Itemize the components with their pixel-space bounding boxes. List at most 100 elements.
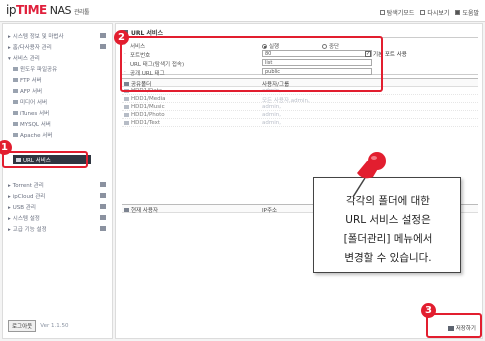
sidebar-sub-label: MYSQL 서버 bbox=[20, 122, 51, 128]
col-ip: IP주소 bbox=[262, 208, 278, 214]
callout-line: 변경할 수 있습니다. bbox=[344, 252, 432, 264]
sidebar-sub-mysql[interactable]: MYSQL 서버 bbox=[13, 120, 51, 128]
sidebar-item-label: 고급 기능 설정 bbox=[12, 227, 47, 233]
folder-cell: HDD1/Photo bbox=[124, 112, 165, 118]
sidebar-item-label: USB 관리 bbox=[12, 205, 36, 211]
sidebar-sub-label: iTunes 서버 bbox=[20, 111, 50, 117]
sidebar-item-torrent[interactable]: ▸ Torrent 관리 bbox=[8, 181, 44, 189]
callout-line: [폴더관리] 메뉴에서 bbox=[343, 233, 433, 245]
sidebar-item-label: ipCloud 관리 bbox=[12, 194, 46, 200]
explorer-mode-link[interactable]: 탐색기모드 bbox=[379, 8, 415, 17]
logo-nas: NAS bbox=[49, 4, 72, 17]
logo-ip: ip bbox=[6, 3, 16, 17]
highlight-form bbox=[120, 36, 383, 92]
sidebar-sub-label: 미디어 서버 bbox=[20, 100, 48, 106]
highlight-save bbox=[426, 313, 482, 338]
sidebar-sub-ftp[interactable]: FTP 서버 bbox=[13, 76, 42, 84]
col-current-user-label: 현재 사용자 bbox=[131, 208, 159, 214]
sidebar-sub-label: Apache 서버 bbox=[20, 133, 53, 139]
top-header: ipTIME NAS 관리툴 탐색기모드 다시보기 도움말 bbox=[0, 0, 485, 22]
step-badge-2: 2 bbox=[114, 30, 129, 45]
sidebar-item-services[interactable]: ▾ 서비스 관리 bbox=[8, 54, 40, 62]
refresh-label: 다시보기 bbox=[427, 10, 450, 17]
sidebar-sub-label: 윈도우 파일공유 bbox=[20, 67, 58, 73]
folder-share-icon bbox=[13, 67, 18, 71]
table-row[interactable]: HDD1/Music admin, bbox=[122, 103, 478, 111]
sidebar-item-label: 시스템 설정 bbox=[12, 216, 40, 222]
user-icon bbox=[124, 208, 129, 212]
advanced-icon[interactable] bbox=[100, 226, 106, 231]
top-links: 탐색기모드 다시보기 도움말 bbox=[379, 8, 479, 17]
refresh-link[interactable]: 다시보기 bbox=[420, 8, 449, 17]
settings-icon[interactable] bbox=[100, 215, 106, 220]
sidebar-sub-label: FTP 서버 bbox=[20, 78, 42, 84]
sidebar-item-advanced[interactable]: ▸ 고급 기능 설정 bbox=[8, 225, 47, 233]
chevron-right-icon: ▸ bbox=[8, 205, 11, 211]
sidebar-item-usb[interactable]: ▸ USB 관리 bbox=[8, 203, 36, 211]
media-icon bbox=[13, 100, 18, 104]
folder-name: HDD1/Photo bbox=[131, 112, 165, 118]
sidebar-sub-itunes[interactable]: iTunes 서버 bbox=[13, 109, 49, 117]
afp-icon bbox=[13, 89, 18, 93]
chevron-down-icon: ▾ bbox=[8, 56, 11, 62]
highlight-url-service bbox=[2, 151, 88, 168]
sidebar-item-label: 서비스 관리 bbox=[12, 56, 40, 62]
web-server-icon bbox=[13, 133, 18, 137]
step-badge-3: 3 bbox=[421, 303, 436, 318]
folder-name: HDD1/Media bbox=[131, 96, 166, 102]
folder-cell: HDD1/Media bbox=[124, 96, 165, 102]
sidebar-item-label: 홈/다사용자 관리 bbox=[12, 45, 52, 51]
table-row[interactable]: HDD1/Text admin, bbox=[122, 119, 478, 127]
logo-time: TIME bbox=[15, 3, 47, 17]
sidebar-sub-smb[interactable]: 윈도우 파일공유 bbox=[13, 65, 57, 73]
user-icon[interactable] bbox=[100, 44, 106, 49]
checkbox-icon bbox=[379, 10, 385, 15]
version-label: Ver 1.1.50 bbox=[40, 323, 69, 329]
table-row[interactable]: HDD1/Photo admin, bbox=[122, 111, 478, 119]
help-icon bbox=[455, 10, 461, 15]
callout-line: URL 서비스 설정은 bbox=[345, 214, 431, 226]
chevron-right-icon: ▸ bbox=[8, 45, 11, 51]
explorer-mode-label: 탐색기모드 bbox=[386, 10, 415, 17]
usb-icon[interactable] bbox=[100, 204, 106, 209]
folder-icon bbox=[124, 113, 129, 117]
user-cell: admin, bbox=[262, 104, 281, 110]
folder-icon bbox=[124, 105, 129, 109]
sidebar-item-label: Torrent 관리 bbox=[12, 183, 44, 189]
database-icon bbox=[13, 122, 18, 126]
logo-subtitle: 관리툴 bbox=[74, 9, 90, 16]
user-cell: admin, bbox=[262, 120, 281, 126]
sidebar-item-system-settings[interactable]: ▸ 시스템 설정 bbox=[8, 214, 40, 222]
torrent-icon[interactable] bbox=[100, 182, 106, 187]
itunes-icon bbox=[13, 111, 18, 115]
sidebar-item-label: 시스템 정보 및 마법사 bbox=[12, 34, 64, 40]
sidebar-sub-apache[interactable]: Apache 서버 bbox=[13, 131, 52, 139]
table-row[interactable]: HDD1/Media 모든 사용자,admin, bbox=[122, 95, 478, 104]
folder-cell: HDD1/Text bbox=[124, 120, 160, 126]
folder-name: HDD1/Music bbox=[131, 104, 165, 110]
sidebar-item-users[interactable]: ▸ 홈/다사용자 관리 bbox=[8, 43, 52, 51]
help-label: 도움말 bbox=[462, 10, 479, 17]
sidebar-item-system-info[interactable]: ▸ 시스템 정보 및 마법사 bbox=[8, 32, 64, 40]
callout-text: 각각의 폴더에 대한 URL 서비스 설정은 [폴더관리] 메뉴에서 변경할 수… bbox=[314, 192, 462, 268]
folder-cell: HDD1/Music bbox=[124, 104, 165, 110]
chevron-right-icon: ▸ bbox=[8, 34, 11, 40]
wizard-icon[interactable] bbox=[100, 33, 106, 38]
app-window: ipTIME NAS 관리툴 탐색기모드 다시보기 도움말 ▸ 시스템 정보 및 마법… bbox=[0, 0, 485, 341]
folder-icon bbox=[124, 121, 129, 125]
logout-button[interactable]: 로그아웃 bbox=[8, 320, 37, 332]
help-link[interactable]: 도움말 bbox=[455, 8, 479, 17]
pushpin-icon bbox=[352, 152, 386, 198]
chevron-right-icon: ▸ bbox=[8, 194, 11, 200]
sidebar-sub-label: AFP 서버 bbox=[20, 89, 43, 95]
sidebar-item-ipcloud[interactable]: ▸ ipCloud 관리 bbox=[8, 192, 45, 200]
logo: ipTIME NAS 관리툴 bbox=[6, 3, 90, 17]
folder-icon bbox=[124, 97, 129, 101]
col-current-user: 현재 사용자 bbox=[124, 206, 158, 214]
sidebar-footer: 로그아웃 Ver 1.1.50 bbox=[8, 320, 68, 332]
sidebar-sub-media[interactable]: 미디어 서버 bbox=[13, 98, 47, 106]
chevron-right-icon: ▸ bbox=[8, 183, 11, 189]
sidebar-sub-afp[interactable]: AFP 서버 bbox=[13, 87, 42, 95]
user-cell: admin, bbox=[262, 112, 281, 118]
cloud-icon[interactable] bbox=[100, 193, 106, 198]
